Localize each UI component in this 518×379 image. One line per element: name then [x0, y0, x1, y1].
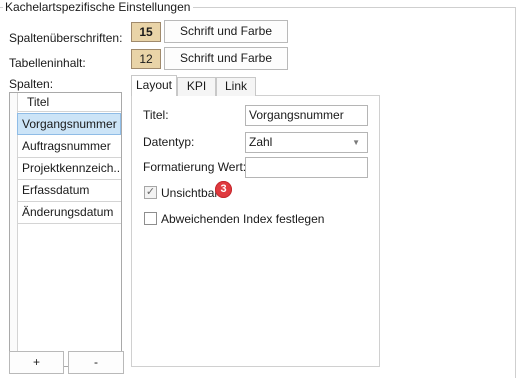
title-field-label: Titel:: [143, 108, 169, 122]
add-column-button[interactable]: +: [9, 351, 64, 374]
checkmark-icon: ✓: [145, 186, 156, 198]
format-input[interactable]: [245, 157, 368, 178]
title-input[interactable]: Vorgangsnummer: [245, 105, 368, 126]
tab-link[interactable]: Link: [216, 77, 256, 96]
content-font-label: Tabelleninhalt:: [9, 56, 86, 70]
tab-kpi[interactable]: KPI: [177, 77, 216, 96]
list-item[interactable]: Erfassdatum: [17, 180, 121, 202]
columns-list-header[interactable]: Titel: [17, 94, 121, 112]
list-item[interactable]: Änderungsdatum: [17, 202, 121, 224]
datatype-label: Datentyp:: [143, 135, 195, 149]
datatype-value: Zahl: [249, 135, 273, 149]
tab-layout[interactable]: Layout: [131, 75, 177, 96]
header-font-size-box[interactable]: 15: [131, 22, 161, 42]
header-font-color-button[interactable]: Schrift und Farbe: [164, 20, 288, 43]
groupbox-title: Kachelartspezifische Einstellungen: [3, 0, 194, 14]
list-item[interactable]: Projektkennzeich...: [17, 158, 121, 180]
format-label: Formatierung Wert:: [143, 160, 247, 174]
invisible-label: Unsichtbar: [161, 186, 219, 200]
content-font-size-box[interactable]: 12: [131, 49, 161, 69]
list-item[interactable]: Auftragsnummer: [17, 136, 121, 158]
remove-column-button[interactable]: -: [68, 351, 124, 374]
step-badge: 3: [215, 181, 232, 198]
chevron-down-icon[interactable]: ▼: [352, 134, 360, 152]
invisible-checkbox[interactable]: ✓: [144, 186, 157, 199]
custom-index-checkbox[interactable]: [144, 212, 157, 225]
columns-label: Spalten:: [9, 77, 54, 91]
custom-index-label: Abweichenden Index festlegen: [161, 212, 325, 226]
datatype-select[interactable]: Zahl ▼: [245, 132, 368, 153]
header-font-label: Spaltenüberschriften:: [9, 31, 123, 45]
list-item[interactable]: Vorgangsnummer: [17, 113, 121, 135]
content-font-color-button[interactable]: Schrift und Farbe: [164, 47, 288, 70]
